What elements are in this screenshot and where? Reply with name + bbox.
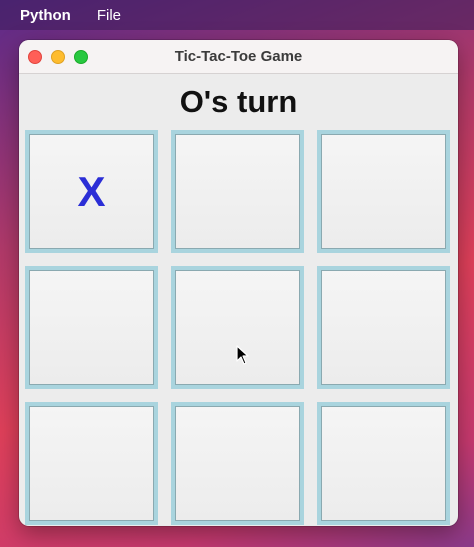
game-board: X	[25, 130, 450, 525]
board-cell-9[interactable]	[317, 402, 450, 525]
board-cell-2[interactable]	[171, 130, 304, 253]
board-cell-4[interactable]	[25, 266, 158, 389]
board-cell-8-mark[interactable]	[175, 406, 300, 521]
board-cell-8[interactable]	[171, 402, 304, 525]
board-cell-6[interactable]	[317, 266, 450, 389]
board-cell-2-mark[interactable]	[175, 134, 300, 249]
mouse-pointer-icon	[236, 345, 249, 365]
menu-app-name[interactable]: Python	[20, 7, 71, 24]
minimize-window-button[interactable]	[51, 50, 65, 64]
board-cell-7-mark[interactable]	[29, 406, 154, 521]
window-title: Tic-Tac-Toe Game	[174, 48, 303, 65]
board-cell-5-mark[interactable]	[175, 270, 300, 385]
title-bar[interactable]: Tic-Tac-Toe Game	[19, 40, 458, 74]
board-cell-9-mark[interactable]	[321, 406, 446, 521]
close-window-button[interactable]	[28, 50, 42, 64]
board-cell-3[interactable]	[317, 130, 450, 253]
menu-bar: Python File	[0, 0, 474, 30]
turn-status: O's turn	[179, 84, 298, 119]
game-window: Tic-Tac-Toe Game O's turn X	[19, 40, 458, 526]
window-controls	[28, 50, 88, 64]
zoom-window-button[interactable]	[74, 50, 88, 64]
menu-file[interactable]: File	[97, 7, 121, 24]
board-cell-4-mark[interactable]	[29, 270, 154, 385]
board-cell-6-mark[interactable]	[321, 270, 446, 385]
board-cell-3-mark[interactable]	[321, 134, 446, 249]
board-cell-1-mark[interactable]: X	[29, 134, 154, 249]
board-cell-1[interactable]: X	[25, 130, 158, 253]
board-cell-7[interactable]	[25, 402, 158, 525]
board-cell-5[interactable]	[171, 266, 304, 389]
